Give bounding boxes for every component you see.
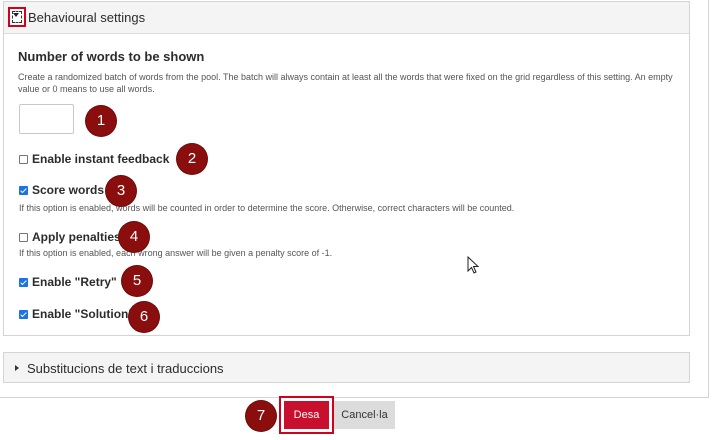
save-button[interactable]: Desa: [284, 401, 329, 429]
option-enable-retry[interactable]: Enable "Retry": [19, 275, 117, 289]
behavioural-settings-title: Behavioural settings: [28, 10, 146, 25]
option-enable-solution[interactable]: Enable "Solution": [19, 307, 134, 321]
enable-retry-checkbox[interactable]: [19, 278, 28, 287]
score-words-description: If this option is enabled, words will be…: [19, 203, 515, 213]
chevron-down-icon: [13, 13, 19, 17]
mouse-cursor-icon: [467, 256, 480, 274]
instant-feedback-label: Enable instant feedback: [32, 152, 170, 166]
number-of-words-description: Create a randomized batch of words from …: [18, 72, 673, 94]
apply-penalties-label: Apply penalties: [32, 230, 121, 244]
option-score-words[interactable]: Score words: [19, 183, 104, 197]
chevron-right-icon: [15, 365, 19, 371]
apply-penalties-checkbox[interactable]: [19, 233, 28, 242]
step-marker-5: 5: [122, 266, 152, 296]
enable-retry-label: Enable "Retry": [32, 275, 117, 289]
step-marker-3: 3: [106, 176, 136, 206]
score-words-label: Score words: [32, 183, 105, 197]
step-marker-2: 2: [177, 144, 207, 174]
step-marker-4: 4: [119, 222, 149, 252]
enable-solution-label: Enable "Solution": [32, 307, 135, 321]
substitutions-panel[interactable]: Substitucions de text i traduccions: [3, 352, 690, 383]
number-of-words-input[interactable]: [19, 104, 74, 134]
collapse-toggle-button[interactable]: [8, 7, 26, 27]
option-apply-penalties[interactable]: Apply penalties: [19, 230, 121, 244]
instant-feedback-checkbox[interactable]: [19, 155, 28, 164]
number-of-words-label: Number of words to be shown: [18, 49, 205, 64]
score-words-checkbox[interactable]: [19, 186, 28, 195]
save-button-highlight: Desa: [279, 396, 334, 434]
enable-solution-checkbox[interactable]: [19, 310, 28, 319]
cancel-button[interactable]: Cancel·la: [334, 401, 395, 429]
behavioural-settings-panel: Behavioural settings Number of words to …: [3, 1, 690, 336]
step-marker-7: 7: [246, 401, 276, 431]
behavioural-settings-header[interactable]: Behavioural settings: [4, 2, 689, 34]
substitutions-panel-title: Substitucions de text i traduccions: [27, 361, 224, 376]
option-instant-feedback[interactable]: Enable instant feedback: [19, 152, 169, 166]
step-marker-1: 1: [86, 106, 116, 136]
step-marker-6: 6: [129, 302, 159, 332]
apply-penalties-description: If this option is enabled, each wrong an…: [19, 248, 333, 258]
